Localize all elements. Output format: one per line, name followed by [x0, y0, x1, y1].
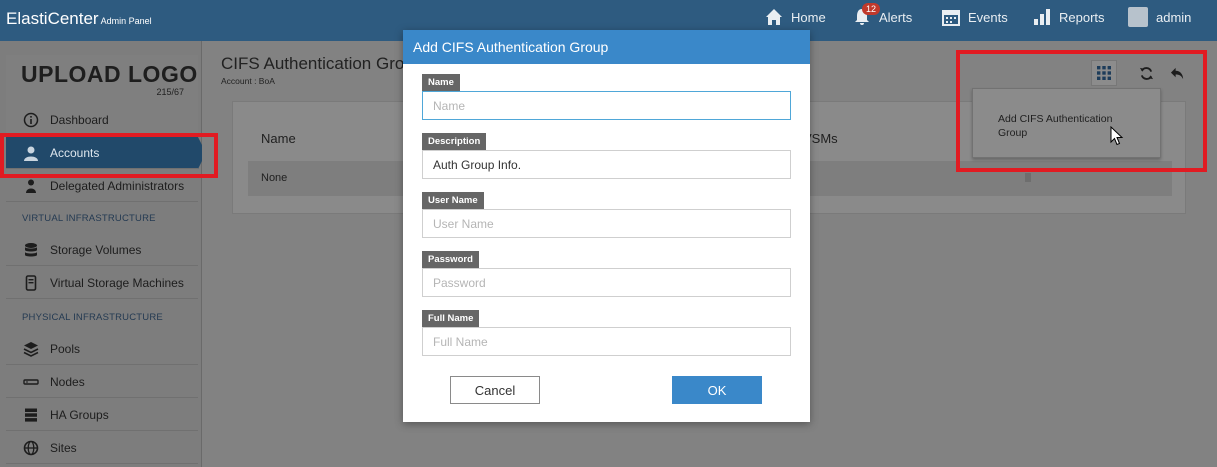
- column-header-name[interactable]: Name: [261, 131, 296, 146]
- bar-chart-icon: [1034, 9, 1050, 25]
- node-icon: [23, 374, 39, 390]
- info-icon: [23, 112, 39, 128]
- password-field[interactable]: [422, 268, 791, 297]
- sidebar-item-virtual-storage-machines[interactable]: Virtual Storage Machines: [6, 267, 198, 299]
- ok-button[interactable]: OK: [672, 376, 762, 404]
- nav-alerts[interactable]: 12 Alerts: [853, 0, 912, 34]
- dialog-title: Add CIFS Authentication Group: [403, 30, 810, 64]
- brand[interactable]: ElastiCenter Admin Panel: [6, 9, 152, 29]
- page-title: CIFS Authentication Grou: [221, 54, 414, 73]
- full-name-label: Full Name: [422, 310, 480, 327]
- admins-icon: [23, 178, 39, 194]
- sidebar-item-label: Dashboard: [50, 112, 109, 127]
- name-label: Name: [422, 74, 460, 91]
- description-label: Description: [422, 133, 487, 150]
- calendar-icon: [942, 10, 960, 26]
- highlight-accounts: [0, 133, 218, 178]
- version-label: 215/67: [156, 87, 184, 97]
- page-subtitle: Account : BoA: [221, 76, 275, 86]
- section-physical-infrastructure: PHYSICAL INFRASTRUCTURE: [22, 312, 163, 323]
- home-icon: [766, 9, 782, 25]
- cancel-button[interactable]: Cancel: [450, 376, 540, 404]
- brand-name: ElastiCenter: [6, 9, 99, 28]
- name-field[interactable]: [422, 91, 791, 120]
- add-cifs-group-dialog: Add CIFS Authentication Group Name Descr…: [403, 30, 810, 422]
- sidebar-item-label: HA Groups: [50, 407, 109, 422]
- user-name-label: User Name: [422, 192, 484, 209]
- avatar: [1128, 7, 1148, 27]
- brand-subtitle: Admin Panel: [100, 16, 152, 26]
- nav-user[interactable]: admin: [1128, 0, 1191, 34]
- nav-user-label: admin: [1156, 9, 1192, 25]
- sidebar-item-label: Storage Volumes: [50, 242, 142, 257]
- table-cell-name: None: [261, 172, 288, 184]
- upload-logo[interactable]: UPLOAD LOGO: [21, 61, 198, 88]
- nav-reports-label: Reports: [1059, 9, 1105, 25]
- full-name-field[interactable]: [422, 327, 791, 356]
- sidebar-item-storage-volumes[interactable]: Storage Volumes: [6, 234, 198, 266]
- bell-icon: 12: [853, 3, 881, 26]
- highlight-actions-menu: [956, 50, 1207, 172]
- sidebar-item-label: Nodes: [50, 374, 85, 389]
- layers-icon: [23, 341, 39, 357]
- database-icon: [23, 242, 39, 258]
- row-action-icon[interactable]: [1025, 173, 1031, 182]
- mouse-cursor-icon: [1110, 126, 1124, 146]
- sidebar-item-sites[interactable]: Sites: [6, 432, 198, 464]
- globe-icon: [23, 440, 39, 456]
- sidebar-item-dashboard[interactable]: Dashboard: [6, 104, 198, 136]
- ha-groups-icon: [23, 407, 39, 423]
- sidebar-item-label: Sites: [50, 440, 77, 455]
- nav-home-label: Home: [791, 9, 826, 25]
- sidebar: UPLOAD LOGO 215/67 Dashboard Accounts De…: [0, 41, 206, 467]
- nav-home[interactable]: Home: [765, 0, 826, 34]
- description-field[interactable]: [422, 150, 791, 179]
- nav-events[interactable]: Events: [942, 0, 1008, 34]
- sidebar-item-nodes[interactable]: Nodes: [6, 366, 198, 398]
- nav-alerts-label: Alerts: [879, 9, 913, 25]
- section-virtual-infrastructure: VIRTUAL INFRASTRUCTURE: [22, 213, 156, 224]
- sidebar-item-label: Virtual Storage Machines: [50, 275, 184, 290]
- vsm-icon: [23, 274, 39, 291]
- sidebar-item-label: Pools: [50, 341, 81, 356]
- password-label: Password: [422, 251, 479, 268]
- sidebar-item-pools[interactable]: Pools: [6, 333, 198, 365]
- user-name-field[interactable]: [422, 209, 791, 238]
- sidebar-item-ha-groups[interactable]: HA Groups: [6, 399, 198, 431]
- nav-reports[interactable]: Reports: [1033, 0, 1105, 34]
- nav-events-label: Events: [968, 9, 1008, 25]
- alerts-count-badge: 12: [862, 3, 881, 15]
- sidebar-item-label: Delegated Administrators: [50, 178, 185, 193]
